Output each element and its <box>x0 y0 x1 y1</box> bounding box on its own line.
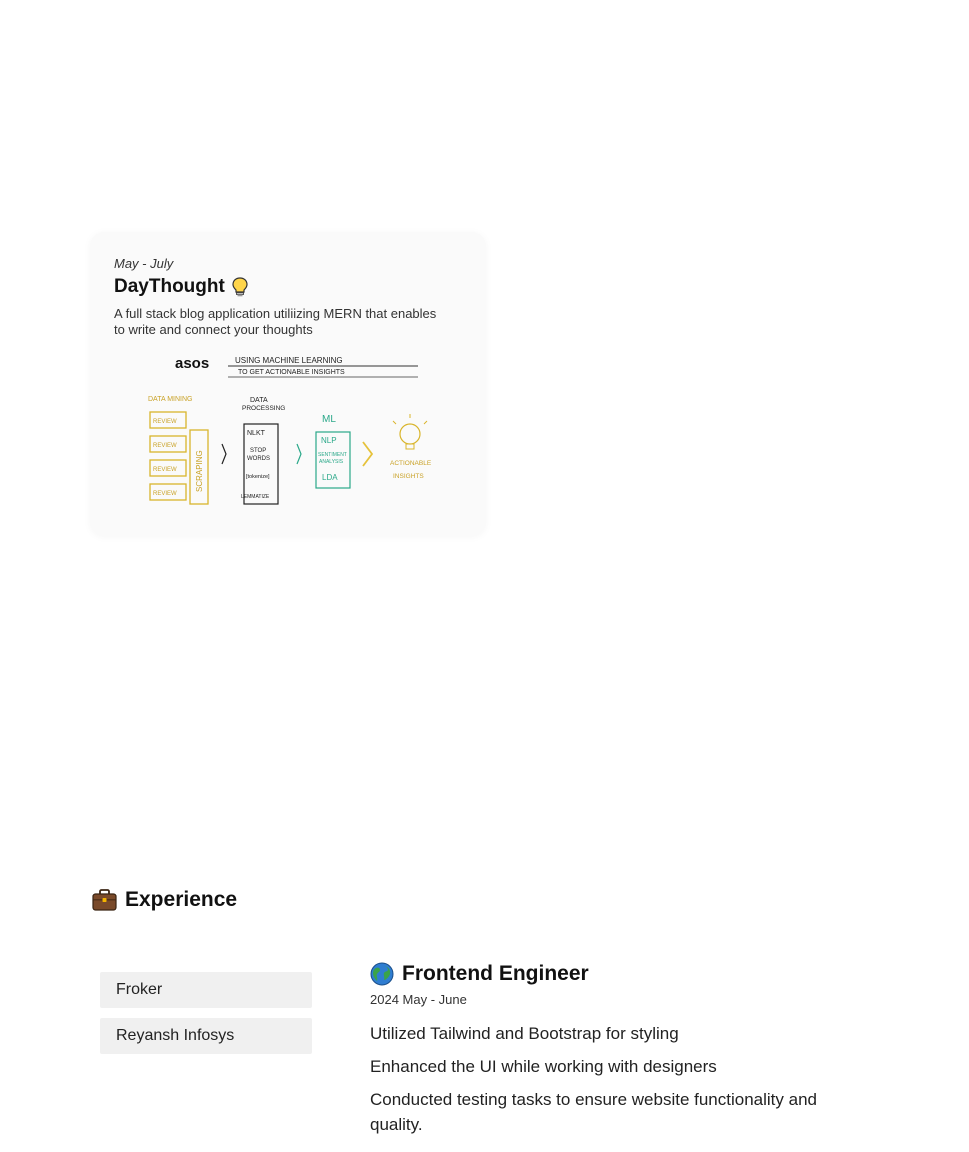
stage-2-item-1: NLKT <box>247 430 266 437</box>
stage-2-item-3: WORDS <box>247 456 270 462</box>
role-title-text: Frontend Engineer <box>402 962 589 985</box>
company-tab-froker[interactable]: Froker <box>100 972 312 1008</box>
image-brand: asos <box>175 355 209 372</box>
stage-3-item-2: SENTIMENT <box>318 452 347 458</box>
stage-2-title-1: DATA <box>250 397 268 404</box>
globe-icon <box>370 962 394 986</box>
experience-heading-text: Experience <box>125 888 238 911</box>
lightbulb-icon <box>232 277 248 297</box>
duty-item: Enhanced the UI while working with desig… <box>370 1057 717 1076</box>
image-headline-1: USING MACHINE LEARNING <box>235 356 343 365</box>
duty-item: Conducted testing tasks to ensure websit… <box>370 1090 817 1134</box>
project-description: A full stack blog application utiliizing… <box>114 306 437 337</box>
stage-3-item-1: NLP <box>321 436 337 445</box>
stage-1-item-4: REVIEW <box>153 491 177 497</box>
stage-4-line-1: ACTIONABLE <box>390 460 432 467</box>
stage-2-item-2: STOP <box>250 448 266 454</box>
project-date: May - July <box>114 256 174 271</box>
project-image: asos USING MACHINE LEARNING TO GET ACTIO… <box>148 355 432 505</box>
stage-1-item-1: REVIEW <box>153 419 177 425</box>
company-list: Froker Reyansh Infosys <box>100 972 312 1064</box>
stage-2-item-5: LEMMATIZE <box>241 494 270 500</box>
briefcase-icon <box>92 889 117 911</box>
duties-list: Utilized Tailwind and Bootstrap for styl… <box>370 1021 870 1137</box>
stage-3-item-3: ANALYSIS <box>319 459 344 465</box>
project-title: DayThought <box>114 276 249 298</box>
stage-1-title: DATA MINING <box>148 396 192 403</box>
stage-4-line-2: INSIGHTS <box>393 473 424 480</box>
image-headline-2: TO GET ACTIONABLE INSIGHTS <box>238 369 345 376</box>
stage-1-side: SCRAPING <box>195 450 204 492</box>
stage-2-item-4: [tokenize] <box>246 474 270 480</box>
role-title: Frontend Engineer <box>370 962 870 986</box>
experience-heading: Experience <box>92 888 237 912</box>
project-title-text: DayThought <box>114 276 225 297</box>
stage-1-item-2: REVIEW <box>153 443 177 449</box>
duty-item: Utilized Tailwind and Bootstrap for styl… <box>370 1024 679 1043</box>
stage-3-title: ML <box>322 414 336 425</box>
role-dates: 2024 May - June <box>370 992 467 1007</box>
stage-2-title-2: PROCESSING <box>242 405 285 412</box>
project-card[interactable]: May - July DayThought A full stack blog … <box>90 232 486 536</box>
role-panel: Frontend Engineer 2024 May - June Utiliz… <box>370 962 870 1145</box>
stage-1-item-3: REVIEW <box>153 467 177 473</box>
company-tab-reyansh-infosys[interactable]: Reyansh Infosys <box>100 1018 312 1054</box>
stage-3-item-4: LDA <box>322 473 338 482</box>
